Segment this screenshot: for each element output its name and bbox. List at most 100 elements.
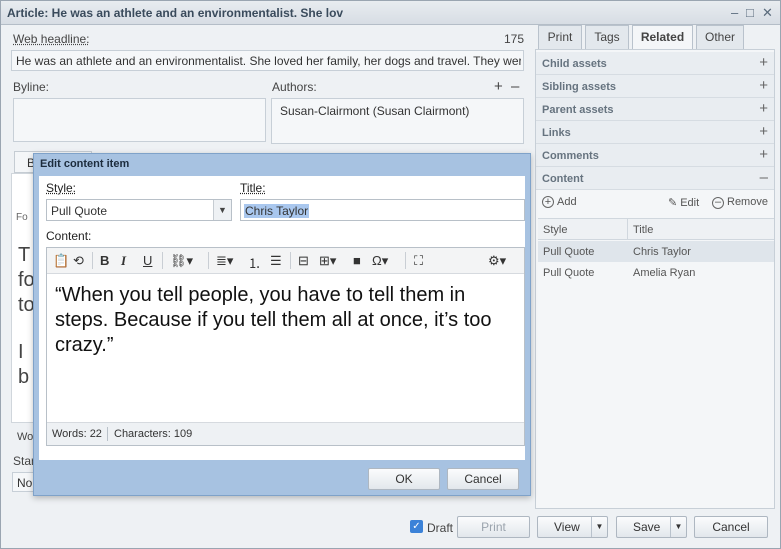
- draft-checkbox[interactable]: ✓: [410, 520, 423, 533]
- draft-label: Draft: [427, 521, 454, 535]
- tab-related-label: Related: [640, 30, 685, 44]
- author-entry[interactable]: Susan-Clairmont (Susan Clairmont): [280, 104, 469, 118]
- collapse-icon[interactable]: –: [760, 169, 768, 186]
- dialog-cancel-button[interactable]: Cancel: [447, 468, 519, 490]
- table-row[interactable]: Pull Quote Amelia Ryan: [538, 262, 774, 283]
- table-row[interactable]: Pull Quote Chris Taylor: [538, 241, 774, 262]
- special-character-icon[interactable]: Ω▾: [372, 253, 388, 269]
- byline-label: Byline:: [13, 80, 50, 94]
- maximize-icon[interactable]: □: [746, 5, 754, 20]
- view-button[interactable]: View ▼: [537, 516, 608, 538]
- byline-input[interactable]: [13, 98, 266, 142]
- video-icon[interactable]: ■: [353, 253, 361, 268]
- edit-label: Edit: [680, 197, 700, 209]
- authors-list[interactable]: Susan-Clairmont (Susan Clairmont): [271, 98, 524, 144]
- remove-circle-icon: –: [712, 197, 724, 209]
- save-button[interactable]: Save ▼: [616, 516, 687, 538]
- tab-tags[interactable]: Tags: [585, 25, 629, 49]
- close-icon[interactable]: ✕: [762, 5, 773, 21]
- italic-icon[interactable]: I: [121, 253, 126, 269]
- editor-status-bar: Words: 22 Characters: 109: [47, 422, 524, 445]
- section-comments[interactable]: Comments +: [536, 144, 774, 167]
- hidden-line-4: I: [18, 341, 24, 363]
- dialog-cancel-button-label: Cancel: [464, 472, 502, 486]
- column-header-style[interactable]: Style: [543, 224, 567, 236]
- underline-icon[interactable]: U: [143, 253, 152, 268]
- toolbar-divider: [208, 252, 209, 269]
- section-label: Sibling assets: [542, 81, 616, 93]
- tab-print[interactable]: Print: [538, 25, 582, 49]
- remove-content-button[interactable]: – Remove: [712, 196, 768, 209]
- section-sibling-assets[interactable]: Sibling assets +: [536, 75, 774, 98]
- toolbar-divider: [405, 252, 406, 269]
- save-dropdown-chevron-icon[interactable]: ▼: [670, 517, 686, 537]
- print-button[interactable]: Print: [457, 516, 530, 538]
- horizontal-rule-icon[interactable]: ⊟: [298, 253, 309, 269]
- hidden-line-5: b: [18, 366, 30, 388]
- section-label: Parent assets: [542, 104, 614, 116]
- expand-icon[interactable]: +: [759, 54, 768, 71]
- authors-label: Authors:: [272, 80, 317, 94]
- section-parent-assets[interactable]: Parent assets +: [536, 98, 774, 121]
- bullet-list-icon[interactable]: ☰: [270, 253, 282, 269]
- style-label: Style:: [46, 181, 77, 195]
- title-input[interactable]: Chris Taylor: [240, 199, 525, 221]
- save-button-label: Save: [633, 520, 661, 534]
- expand-icon[interactable]: +: [759, 146, 768, 163]
- paste-icon[interactable]: 📋: [53, 253, 69, 269]
- content-label: Content:: [46, 229, 92, 243]
- authors-add-button[interactable]: +: [494, 78, 503, 95]
- link-icon[interactable]: ⛓▾: [170, 253, 193, 269]
- find-replace-icon[interactable]: ⟲: [73, 253, 84, 269]
- edit-content-button[interactable]: ✎ Edit: [668, 196, 699, 209]
- character-count: Characters: 109: [114, 428, 193, 440]
- section-label: Comments: [542, 150, 599, 162]
- word-count: Words: 22: [52, 428, 102, 440]
- bold-icon[interactable]: B: [100, 253, 109, 268]
- web-headline-input[interactable]: He was an athlete and an environmentalis…: [11, 50, 524, 71]
- gear-icon[interactable]: ⚙▾: [488, 253, 506, 269]
- section-links[interactable]: Links +: [536, 121, 774, 144]
- remove-label: Remove: [727, 196, 768, 208]
- title-bar: Article: He was an athlete and an enviro…: [1, 1, 780, 25]
- expand-icon[interactable]: +: [759, 77, 768, 94]
- tab-related[interactable]: Related: [632, 25, 693, 49]
- ok-button[interactable]: OK: [368, 468, 440, 490]
- toolbar-divider: [92, 252, 93, 269]
- hidden-word-count: Wo: [17, 431, 34, 443]
- dialog-footer: OK Cancel: [34, 460, 530, 495]
- numbered-list-icon[interactable]: ⒈: [248, 253, 261, 272]
- add-circle-icon: +: [542, 196, 554, 208]
- web-headline-count: 175: [504, 32, 525, 46]
- section-child-assets[interactable]: Child assets +: [536, 52, 774, 75]
- style-select[interactable]: Pull Quote ▼: [46, 199, 232, 221]
- minimize-icon[interactable]: –: [731, 5, 738, 20]
- tab-other[interactable]: Other: [696, 25, 744, 49]
- section-content[interactable]: Content –: [536, 167, 774, 190]
- tab-tags-label: Tags: [594, 30, 620, 44]
- column-header-title[interactable]: Title: [633, 224, 653, 236]
- toolbar-divider: [290, 252, 291, 269]
- authors-remove-button[interactable]: –: [511, 78, 519, 95]
- tab-other-label: Other: [704, 30, 735, 44]
- cancel-button-label: Cancel: [712, 520, 750, 534]
- dialog-title: Edit content item: [40, 158, 130, 170]
- web-headline-label: Web headline:: [13, 32, 90, 46]
- start-value: No: [17, 476, 33, 490]
- column-divider: [627, 219, 628, 239]
- add-content-button[interactable]: + Add: [542, 196, 577, 208]
- row-title: Amelia Ryan: [633, 267, 696, 279]
- cancel-button[interactable]: Cancel: [694, 516, 768, 538]
- align-icon[interactable]: ≣▾: [216, 253, 233, 269]
- editor-content-area[interactable]: “When you tell people, you have to tell …: [47, 274, 524, 422]
- view-dropdown-chevron-icon[interactable]: ▼: [591, 517, 607, 537]
- content-editor: 📋 ⟲ B I U ⛓▾ ≣▾ ⒈ ☰ ⊟ ⊞▾ ■ Ω▾ ⛶ ⚙▾ “When…: [46, 247, 525, 446]
- tab-print-label: Print: [547, 30, 573, 44]
- fullscreen-icon[interactable]: ⛶: [414, 253, 423, 269]
- chevron-down-icon[interactable]: ▼: [213, 200, 231, 220]
- hidden-line-1: T: [18, 244, 31, 266]
- table-icon[interactable]: ⊞▾: [319, 253, 336, 269]
- expand-icon[interactable]: +: [759, 123, 768, 140]
- expand-icon[interactable]: +: [759, 100, 768, 117]
- dialog-body: Style: Title: Pull Quote ▼ Chris Taylor …: [39, 176, 525, 460]
